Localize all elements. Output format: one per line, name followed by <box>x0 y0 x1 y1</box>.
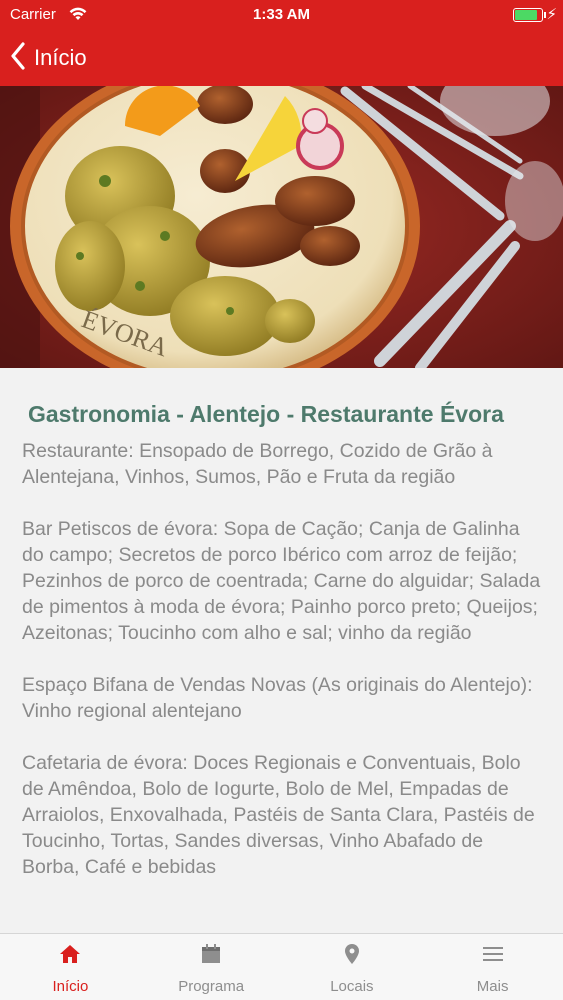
tab-label: Início <box>52 978 89 995</box>
tab-label: Mais <box>476 978 509 995</box>
hero-food-photo: ÉVORA <box>0 86 563 368</box>
navigation-bar: Início <box>0 30 563 86</box>
status-bar: Carrier 1:33 AM ⚡ <box>0 0 563 30</box>
menu-icon <box>482 943 504 970</box>
paragraph-bar-petiscos: Bar Petiscos de évora: Sopa de Cação; Ca… <box>22 518 541 644</box>
tab-locais[interactable]: Locais <box>282 934 423 1000</box>
tab-mais[interactable]: Mais <box>422 934 563 1000</box>
back-label: Início <box>34 45 87 70</box>
calendar-icon <box>200 943 222 970</box>
paragraph-cafetaria: Cafetaria de évora: Doces Regionais e Co… <box>22 752 535 878</box>
paragraph-restaurante: Restaurante: Ensopado de Borrego, Cozido… <box>22 440 493 488</box>
tab-inicio[interactable]: Início <box>0 934 141 1000</box>
battery-level <box>515 10 537 20</box>
article-content: Gastronomia - Alentejo - Restaurante Évo… <box>0 368 563 933</box>
back-button[interactable]: Início <box>10 40 87 76</box>
charging-icon: ⚡ <box>546 6 557 23</box>
home-icon <box>59 943 81 970</box>
article-title: Gastronomia - Alentejo - Restaurante Évo… <box>28 401 504 427</box>
chevron-left-icon <box>10 41 26 75</box>
tab-label: Programa <box>178 978 245 995</box>
clock: 1:33 AM <box>253 6 310 23</box>
paragraph-espaco-bifana: Espaço Bifana de Vendas Novas (As origin… <box>22 674 533 722</box>
tab-bar: Início Programa Locais Mais <box>0 933 563 1000</box>
location-pin-icon <box>341 943 363 970</box>
tab-label: Locais <box>330 978 374 995</box>
battery-icon <box>513 8 543 22</box>
tab-programa[interactable]: Programa <box>141 934 282 1000</box>
